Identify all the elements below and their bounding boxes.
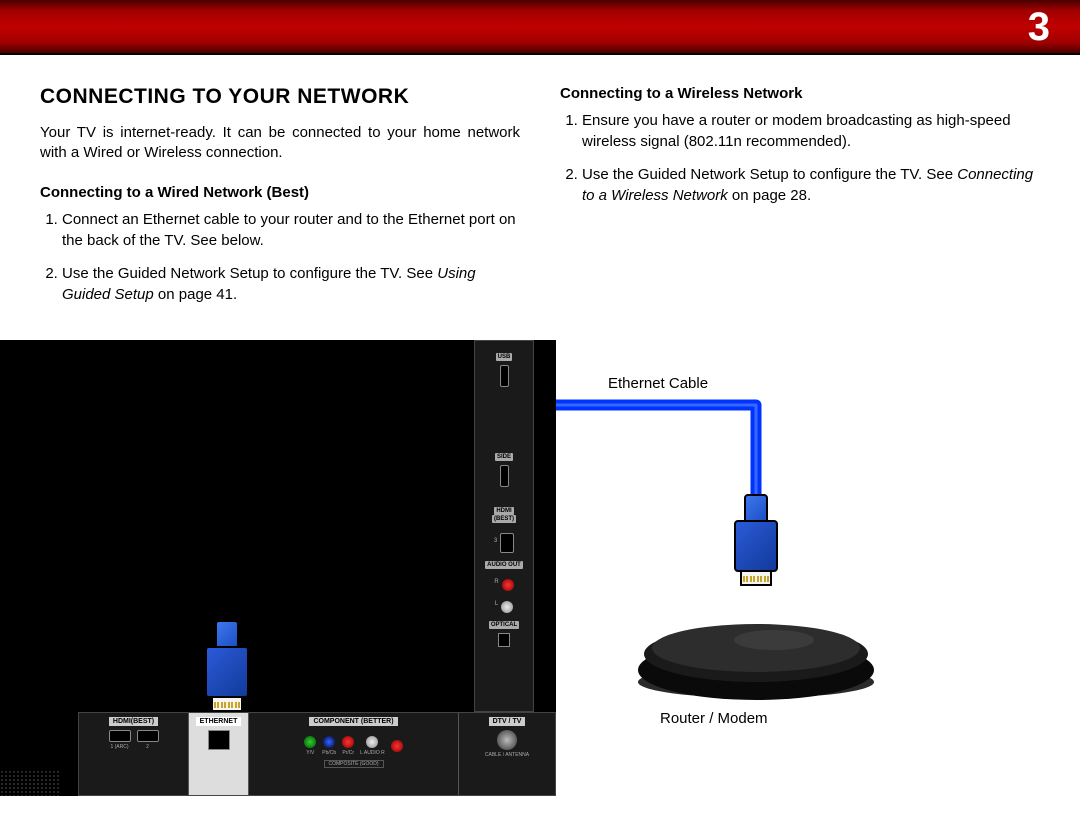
rca-pr-icon xyxy=(342,736,354,748)
composite-label: COMPOSITE (GOOD) xyxy=(324,760,384,768)
rj45-connector-left-icon xyxy=(205,620,249,698)
usb-port-icon xyxy=(500,365,509,387)
dtv-title: DTV / TV xyxy=(489,717,526,726)
side-usb-port-icon xyxy=(500,465,509,487)
pb-label: Pb/Cb xyxy=(322,750,336,756)
ethernet-cable-label: Ethernet Cable xyxy=(608,375,708,392)
component-title: COMPONENT (BETTER) xyxy=(309,717,397,726)
audio-l-label: L xyxy=(495,601,498,607)
coax-port-icon xyxy=(497,730,517,750)
hdmi-group-title: HDMI(BEST) xyxy=(109,717,158,726)
speaker-grille xyxy=(0,770,60,796)
wireless-step-2-a: Use the Guided Network Setup to configur… xyxy=(582,166,957,183)
hdmi-1-label: 1 (ARC) xyxy=(110,744,128,750)
page-title: CONNECTING TO YOUR NETWORK xyxy=(40,85,520,109)
wireless-step-1: Ensure you have a router or modem broadc… xyxy=(582,110,1040,152)
rca-pb-icon xyxy=(323,736,335,748)
hdmi-best-label: (BEST) xyxy=(492,515,516,523)
rca-al-icon xyxy=(366,736,378,748)
wireless-step-2: Use the Guided Network Setup to configur… xyxy=(582,164,1040,206)
hdmi-label: HDMI xyxy=(494,507,513,515)
hdmi-group: HDMI(BEST) 1 (ARC) 2 xyxy=(79,713,189,795)
audio-out-label: AUDIO OUT xyxy=(485,561,523,569)
wireless-heading: Connecting to a Wireless Network xyxy=(560,85,1040,102)
audio-r-label: R xyxy=(494,579,498,585)
router-modem-label: Router / Modem xyxy=(660,710,768,727)
wired-step-2: Use the Guided Network Setup to configur… xyxy=(62,263,520,305)
side-label: SIDE xyxy=(495,453,513,461)
optical-label: OPTICAL xyxy=(489,621,519,629)
wired-step-1: Connect an Ethernet cable to your router… xyxy=(62,209,520,251)
optical-port-icon xyxy=(498,633,510,647)
left-column: CONNECTING TO YOUR NETWORK Your TV is in… xyxy=(40,85,520,317)
hdmi-2-label: 2 xyxy=(146,744,149,750)
tv-back-panel: USB SIDE HDMI (BEST) 3 AUDIO OUT R L OPT… xyxy=(0,340,556,796)
side-port-strip: USB SIDE HDMI (BEST) 3 AUDIO OUT R L OPT… xyxy=(474,340,534,712)
yv-label: Y/V xyxy=(306,750,314,756)
wired-step-2-b: on page 41. xyxy=(154,286,237,303)
connection-diagram: USB SIDE HDMI (BEST) 3 AUDIO OUT R L OPT… xyxy=(0,340,1080,800)
page-number: 3 xyxy=(1028,5,1050,50)
pr-label: Pr/Cr xyxy=(342,750,354,756)
router-icon xyxy=(634,610,878,700)
hdmi-1-port-icon xyxy=(109,730,131,742)
hdmi-3-num: 3 xyxy=(494,538,497,544)
right-column: Connecting to a Wireless Network Ensure … xyxy=(560,85,1040,317)
dtv-group: DTV / TV CABLE / ANTENNA xyxy=(459,713,555,795)
cable-label: CABLE / ANTENNA xyxy=(485,752,529,758)
hdmi-3-port-icon xyxy=(500,533,514,553)
component-group: COMPONENT (BETTER) Y/V Pb/Cb Pr/Cr L AUD… xyxy=(249,713,459,795)
usb-label: USB xyxy=(496,353,513,361)
wired-heading: Connecting to a Wired Network (Best) xyxy=(40,184,520,201)
hdmi-2-port-icon xyxy=(137,730,159,742)
intro-text: Your TV is internet-ready. It can be con… xyxy=(40,123,520,164)
ethernet-group: ETHERNET xyxy=(189,713,249,795)
ethernet-title: ETHERNET xyxy=(196,717,242,726)
rca-ar-icon xyxy=(391,740,403,752)
rca-red-icon xyxy=(502,579,514,591)
wired-step-2-a: Use the Guided Network Setup to configur… xyxy=(62,265,437,282)
rca-y-icon xyxy=(304,736,316,748)
top-banner: 3 xyxy=(0,0,1080,55)
rca-white-icon xyxy=(501,601,513,613)
bottom-port-strip: HDMI(BEST) 1 (ARC) 2 ETHERNET COMPONENT … xyxy=(78,712,556,796)
wireless-steps: Ensure you have a router or modem broadc… xyxy=(560,110,1040,206)
content-columns: CONNECTING TO YOUR NETWORK Your TV is in… xyxy=(0,55,1080,317)
ethernet-port-icon xyxy=(208,730,230,750)
rj45-connector-right-icon xyxy=(734,494,778,572)
laudio-label: L AUDIO R xyxy=(360,750,385,756)
wired-steps: Connect an Ethernet cable to your router… xyxy=(40,209,520,305)
wireless-step-2-b: on page 28. xyxy=(728,187,811,204)
